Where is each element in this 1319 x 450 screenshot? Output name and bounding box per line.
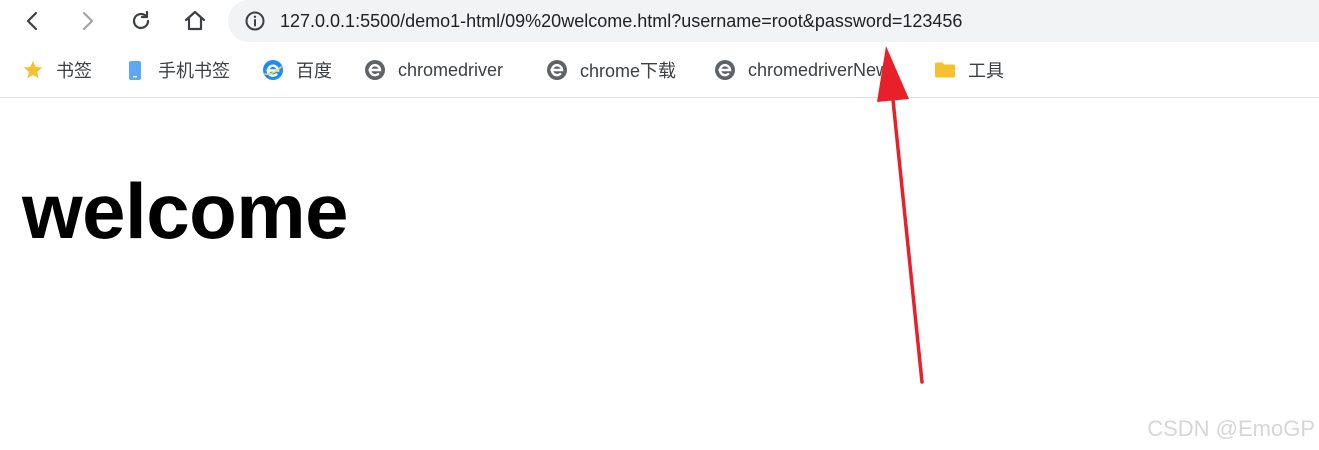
bookmark-item-bookmarks[interactable]: 书签 [22, 58, 92, 82]
home-icon [184, 10, 206, 31]
watermark: CSDN @EmoGP [1147, 416, 1315, 441]
bookmark-label: 百度 [296, 61, 332, 81]
bookmark-folder-tools[interactable]: 工具 [934, 58, 1004, 82]
bookmark-item-chrome-download[interactable]: chrome下载 [546, 58, 676, 82]
home-button[interactable] [178, 4, 212, 38]
back-button[interactable] [16, 4, 50, 38]
bookmark-label: chrome下载 [580, 61, 677, 81]
page-content: welcome [0, 98, 1319, 450]
forward-arrow-icon [82, 11, 94, 31]
bookmark-item-baidu[interactable]: 百度 [262, 58, 332, 82]
folder-icon [934, 59, 956, 81]
browser-e-icon [262, 59, 284, 81]
back-arrow-icon [26, 11, 38, 31]
address-bar[interactable]: 127.0.0.1:5500/demo1-html/09%20welcome.h… [228, 0, 1319, 42]
browser-window: 127.0.0.1:5500/demo1-html/09%20welcome.h… [0, 0, 1319, 450]
bookmark-label: 书签 [56, 61, 92, 81]
mobile-icon [124, 59, 146, 81]
site-info-icon[interactable] [244, 10, 266, 32]
edge-e-icon [546, 59, 568, 81]
bookmark-item-chromedriver[interactable]: chromedriver [364, 58, 503, 82]
forward-button[interactable] [70, 4, 104, 38]
bookmark-label: chromedriverNew [748, 59, 890, 80]
reload-button[interactable] [124, 4, 158, 38]
browser-toolbar: 127.0.0.1:5500/demo1-html/09%20welcome.h… [0, 0, 1319, 42]
edge-e-icon [714, 59, 736, 81]
bookmark-label: 手机书签 [158, 61, 230, 81]
bookmark-label: 工具 [968, 61, 1004, 81]
page-heading: welcome [22, 167, 348, 255]
bookmark-item-mobile-bookmarks[interactable]: 手机书签 [124, 58, 230, 82]
star-icon [22, 59, 44, 81]
url-text[interactable]: 127.0.0.1:5500/demo1-html/09%20welcome.h… [280, 10, 962, 32]
bookmark-item-chromedriver-new[interactable]: chromedriverNew [714, 58, 889, 82]
bookmarks-bar: 书签 手机书签 百度 chromedriver chrome下载 chromed… [0, 42, 1319, 98]
bookmark-label: chromedriver [398, 59, 504, 80]
reload-icon [132, 10, 150, 30]
edge-e-icon [364, 59, 386, 81]
